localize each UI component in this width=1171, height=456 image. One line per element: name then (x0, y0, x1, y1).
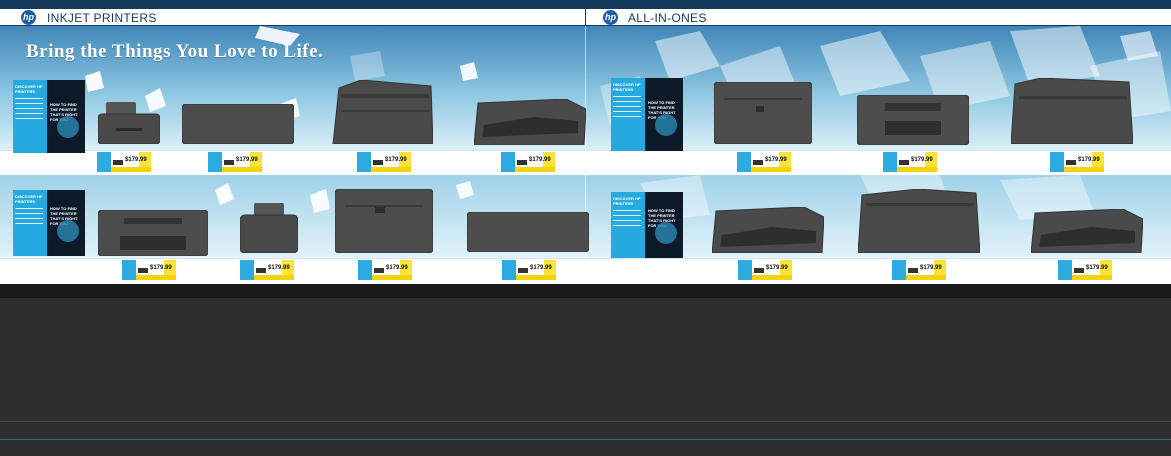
banner-tagline: Bring the Things You Love to Life. (26, 41, 324, 62)
printer-model (467, 212, 589, 252)
printer-model (714, 82, 812, 144)
price-label: $179.99 (920, 265, 942, 271)
disc-graphic (57, 220, 79, 242)
hp-logo-icon: hp (21, 10, 36, 25)
fixture-base-cabinet (0, 298, 1171, 456)
price-tag: $179.99 (357, 152, 411, 176)
price-tag: $179.99 (208, 152, 262, 176)
printer-model (335, 189, 433, 253)
poster-left-title: DISCOVER HP PRINTERS (613, 196, 641, 206)
price-tag: $179.99 (97, 152, 151, 176)
price-label: $179.99 (385, 157, 407, 163)
price-label: $179.99 (125, 157, 147, 163)
printer-model (182, 104, 294, 144)
price-label: $179.99 (766, 265, 788, 271)
printer-model (240, 203, 298, 253)
price-label: $179.99 (386, 265, 408, 271)
hp-logo-icon: hp (603, 10, 618, 25)
poster-left-title: DISCOVER HP PRINTERS (15, 194, 43, 204)
price-tag: $179.99 (122, 260, 176, 284)
printer-model (858, 189, 980, 253)
price-tag: $179.99 (501, 152, 555, 176)
printer-model (857, 95, 969, 145)
printer-model (332, 80, 433, 144)
price-tag: $179.99 (738, 260, 792, 284)
base-seam (0, 439, 1171, 440)
price-tag: $179.99 (1050, 152, 1104, 176)
price-label: $179.99 (236, 157, 258, 163)
category-label-inkjet: INKJET PRINTERS (47, 11, 157, 25)
disc-graphic (655, 114, 677, 136)
printer-model (474, 99, 586, 145)
price-label: $179.99 (268, 265, 290, 271)
poster-left-title: DISCOVER HP PRINTERS (613, 82, 641, 92)
printer-model (1031, 209, 1143, 253)
disc-graphic (655, 222, 677, 244)
store-fixture-rendering: hp INKJET PRINTERS hp ALL-IN-ONES Bring … (0, 0, 1171, 456)
price-label: $179.99 (765, 157, 787, 163)
category-label-all-in-ones: ALL-IN-ONES (628, 11, 707, 25)
header-band: hp INKJET PRINTERS hp ALL-IN-ONES (0, 0, 1171, 26)
price-label: $179.99 (530, 265, 552, 271)
price-tag: $179.99 (883, 152, 937, 176)
price-label: $179.99 (911, 157, 933, 163)
price-label: $179.99 (150, 265, 172, 271)
printer-model (712, 207, 824, 253)
price-label: $179.99 (1086, 265, 1108, 271)
discover-poster: DISCOVER HP PRINTERS HOW TO FIND THE PRI… (13, 80, 85, 153)
disc-graphic (57, 116, 79, 138)
price-tag: $179.99 (358, 260, 412, 284)
base-seam (0, 421, 1171, 422)
price-tag: $179.99 (892, 260, 946, 284)
price-tag: $179.99 (1058, 260, 1112, 284)
poster-left-title: DISCOVER HP PRINTERS (15, 84, 43, 94)
price-label: $179.99 (529, 157, 551, 163)
fixture-kickplate (0, 284, 1171, 298)
price-tag: $179.99 (502, 260, 556, 284)
discover-poster: DISCOVER HP PRINTERS HOW TO FIND THE PRI… (611, 78, 683, 151)
printer-model (98, 102, 160, 144)
price-tag: $179.99 (240, 260, 294, 284)
price-tag: $179.99 (737, 152, 791, 176)
price-label: $179.99 (1078, 157, 1100, 163)
discover-poster: DISCOVER HP PRINTERS HOW TO FIND THE PRI… (13, 190, 85, 256)
discover-poster: DISCOVER HP PRINTERS HOW TO FIND THE PRI… (611, 192, 683, 258)
printer-model (98, 210, 208, 256)
printer-model (1011, 78, 1133, 144)
